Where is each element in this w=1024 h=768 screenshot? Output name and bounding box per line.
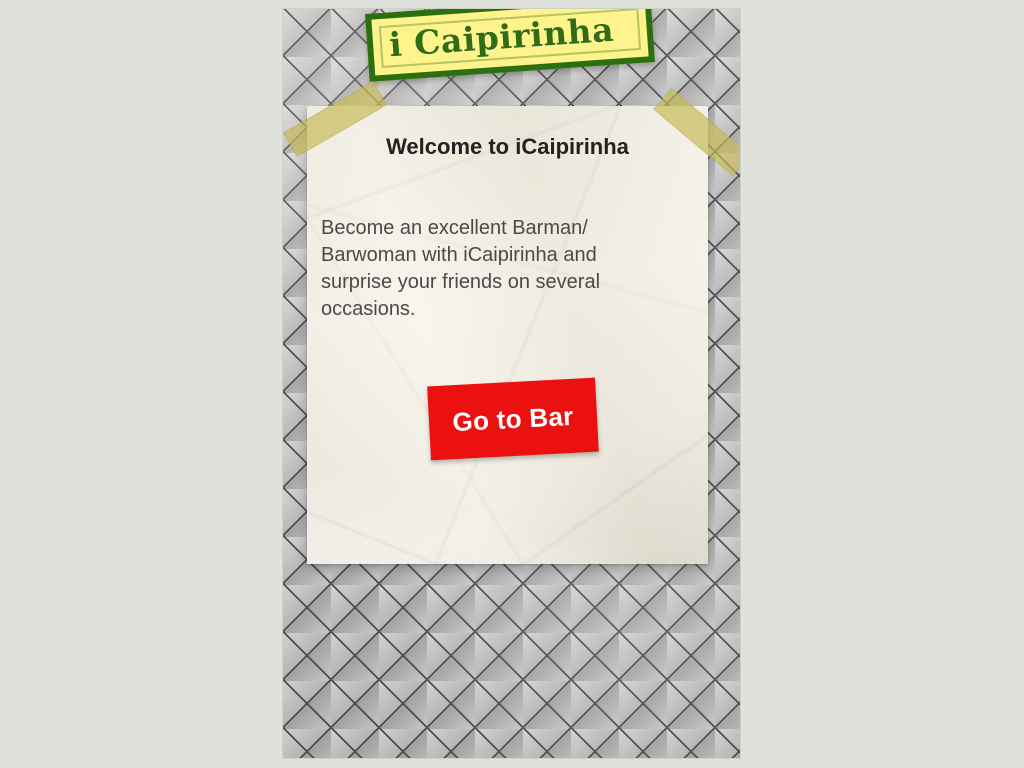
- go-to-bar-button[interactable]: Go to Bar: [427, 377, 599, 461]
- welcome-card: Welcome to iCaipirinha Become an excelle…: [307, 106, 708, 564]
- app-screen: i Caipirinha Welcome to iCaipirinha Beco…: [283, 9, 740, 758]
- welcome-description: Become an excellent Barman/ Barwoman wit…: [321, 217, 601, 320]
- welcome-title: Welcome to iCaipirinha: [386, 134, 629, 159]
- app-logo-text: i Caipirinha: [387, 9, 616, 65]
- app-logo: i Caipirinha: [364, 9, 656, 82]
